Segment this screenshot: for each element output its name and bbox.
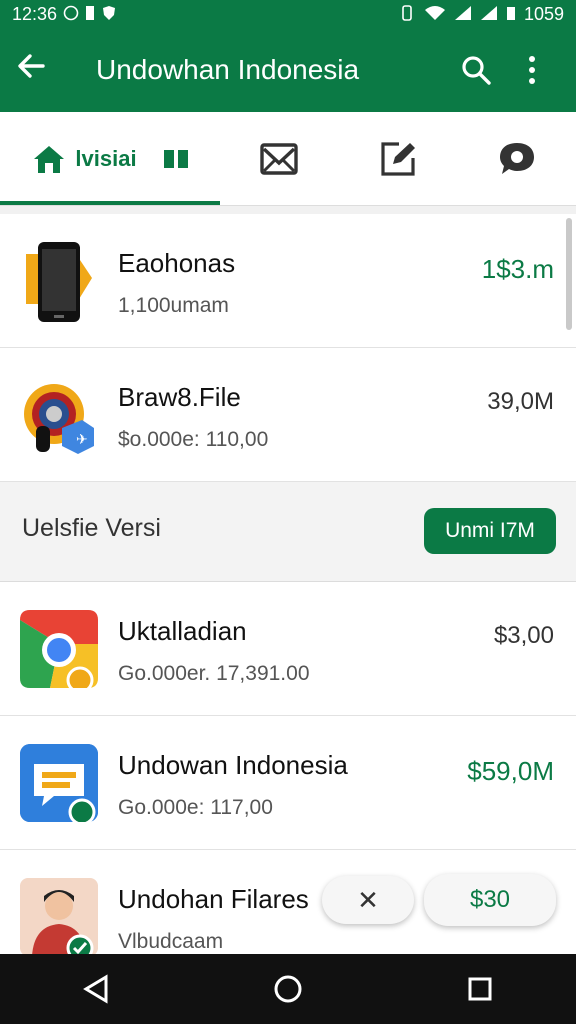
tab-home-label: lvisiai [75,145,137,171]
chat-bubble-icon [20,744,98,826]
tab-active-indicator [0,201,220,205]
bar-chart-icon[interactable] [163,148,189,170]
nav-recents-button[interactable] [450,959,510,1019]
item-subtitle: Go.000er. 17,391.00 [118,662,310,685]
app-bar: Undowhan Indonesia [0,28,576,112]
list-item[interactable]: Undowan Indonesia Go.000e: 117,00 $59,0M [0,716,576,850]
item-name: Undohan Filares [118,884,309,914]
page-title: Undowhan Indonesia [96,54,360,85]
vibrate-icon [398,4,416,24]
scrollbar[interactable] [566,218,572,330]
mail-icon [260,142,299,175]
item-price: $59,0M [467,756,554,786]
svg-text:✈: ✈ [76,432,88,448]
item-subtitle: 1,100umam [118,294,229,317]
person-avatar-icon [20,878,98,962]
price-chip-label: $30 [469,886,511,913]
phone-icon [20,242,98,322]
section-label: Uelsfie Versi [22,514,161,542]
tab-edit[interactable] [339,112,458,205]
shield-icon [101,5,117,24]
item-subtitle: $o.000e: 110,00 [118,428,269,451]
nav-back-button[interactable] [66,959,126,1019]
tab-home[interactable]: lvisiai [0,112,220,205]
item-list: Eaohonas 1,100umam 1$3.m ✈ Braw8.File $o… [0,214,576,962]
tab-chat[interactable] [457,112,576,205]
tab-mail[interactable] [220,112,339,205]
edit-icon [381,141,415,176]
signal-icon-2 [480,5,498,24]
home-icon [34,145,65,173]
item-price: 1$3.m [481,254,554,284]
item-price: 39,0M [487,388,554,415]
search-button[interactable] [448,54,504,86]
item-name: Eaohonas [118,248,236,278]
battery-small-icon [85,5,95,24]
price-chip-button[interactable]: $30 [424,874,556,926]
nav-recents-icon [468,977,492,1001]
item-price: $3,00 [493,622,554,649]
search-icon [462,56,491,85]
list-item[interactable]: ✈ Braw8.File $o.000e: 110,00 39,0M [0,348,576,482]
status-time: 12:36 [12,3,58,24]
signal-icon [454,5,472,24]
section-action-button[interactable]: Unmi I7M [424,508,556,554]
battery-icon [506,5,516,24]
nav-home-button[interactable] [258,959,318,1019]
item-name: Uktalladian [118,616,247,646]
item-subtitle: Go.000e: 117,00 [118,796,273,819]
chrome-icon [20,610,98,694]
overflow-menu-button[interactable] [504,55,560,85]
back-button[interactable] [16,51,64,89]
section-header: Uelsfie Versi Unmi I7M [0,482,576,582]
nav-home-icon [274,975,302,1003]
item-name: Braw8.File [118,382,241,412]
status-right-text: 1059 [523,3,564,24]
system-nav-bar [0,954,576,1024]
nav-back-icon [83,974,108,1004]
status-bar: 12:36 1059 [0,0,576,28]
arrow-left-icon [18,54,45,78]
tab-bar: lvisiai [0,112,576,206]
wifi-icon [424,5,446,24]
list-item[interactable]: Uktalladian Go.000er. 17,391.00 $3,00 [0,582,576,716]
item-subtitle: Vlbudcaam [118,930,224,953]
close-chip-button[interactable]: ✕ [322,876,414,924]
more-vert-icon [529,56,535,84]
gear-badge-icon: ✈ [20,376,98,454]
chat-icon [499,142,534,174]
whatsapp-icon [63,5,79,24]
item-name: Undowan Indonesia [118,750,348,780]
close-icon: ✕ [357,884,379,915]
list-item[interactable]: Eaohonas 1,100umam 1$3.m [0,214,576,348]
